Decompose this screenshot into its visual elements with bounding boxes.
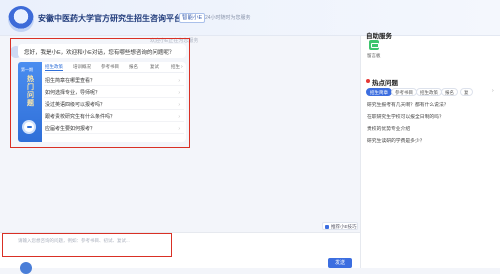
chip-retest[interactable]: 复: [460, 88, 473, 96]
site-title: 安徽中医药大学官方研究生招生咨询平台: [38, 14, 182, 23]
chip-enrollment-guide[interactable]: 招生简章: [366, 88, 392, 96]
hot-question-item[interactable]: 贵校的优势专业介绍: [367, 125, 410, 132]
highlight-box-questions: [10, 38, 190, 148]
hot-title: 热点问题: [372, 80, 398, 87]
brand-tag: 智能小E: [179, 13, 206, 23]
highlight-box-input: [2, 233, 172, 257]
hot-dot-icon: [366, 79, 370, 83]
chip-registration[interactable]: 报名: [441, 88, 458, 96]
message-board-icon[interactable]: [369, 40, 379, 50]
brand-subtitle: 24小时随时为您服务: [205, 15, 251, 21]
chip-reference-books[interactable]: 参考书目: [391, 88, 417, 96]
chip-enrollment-policy[interactable]: 招生政策: [416, 88, 442, 96]
university-logo: [8, 6, 34, 32]
send-button[interactable]: 发送: [328, 258, 352, 268]
hot-question-item[interactable]: 在职研究生学校可以报全日制的吗？: [367, 113, 444, 120]
service-title: 自助服务: [366, 33, 392, 40]
hot-question-item[interactable]: 研究生报考有几天啊？都有什么说法？: [367, 101, 449, 108]
hot-question-item[interactable]: 研究生读研的学费是多少？: [367, 137, 425, 144]
chevron-right-icon[interactable]: ›: [492, 88, 494, 94]
sidebar: [360, 36, 500, 268]
user-avatar: [20, 262, 32, 274]
tips-button[interactable]: 推荐小E技巧: [322, 222, 358, 230]
message-board-label[interactable]: 留言板: [367, 53, 381, 59]
